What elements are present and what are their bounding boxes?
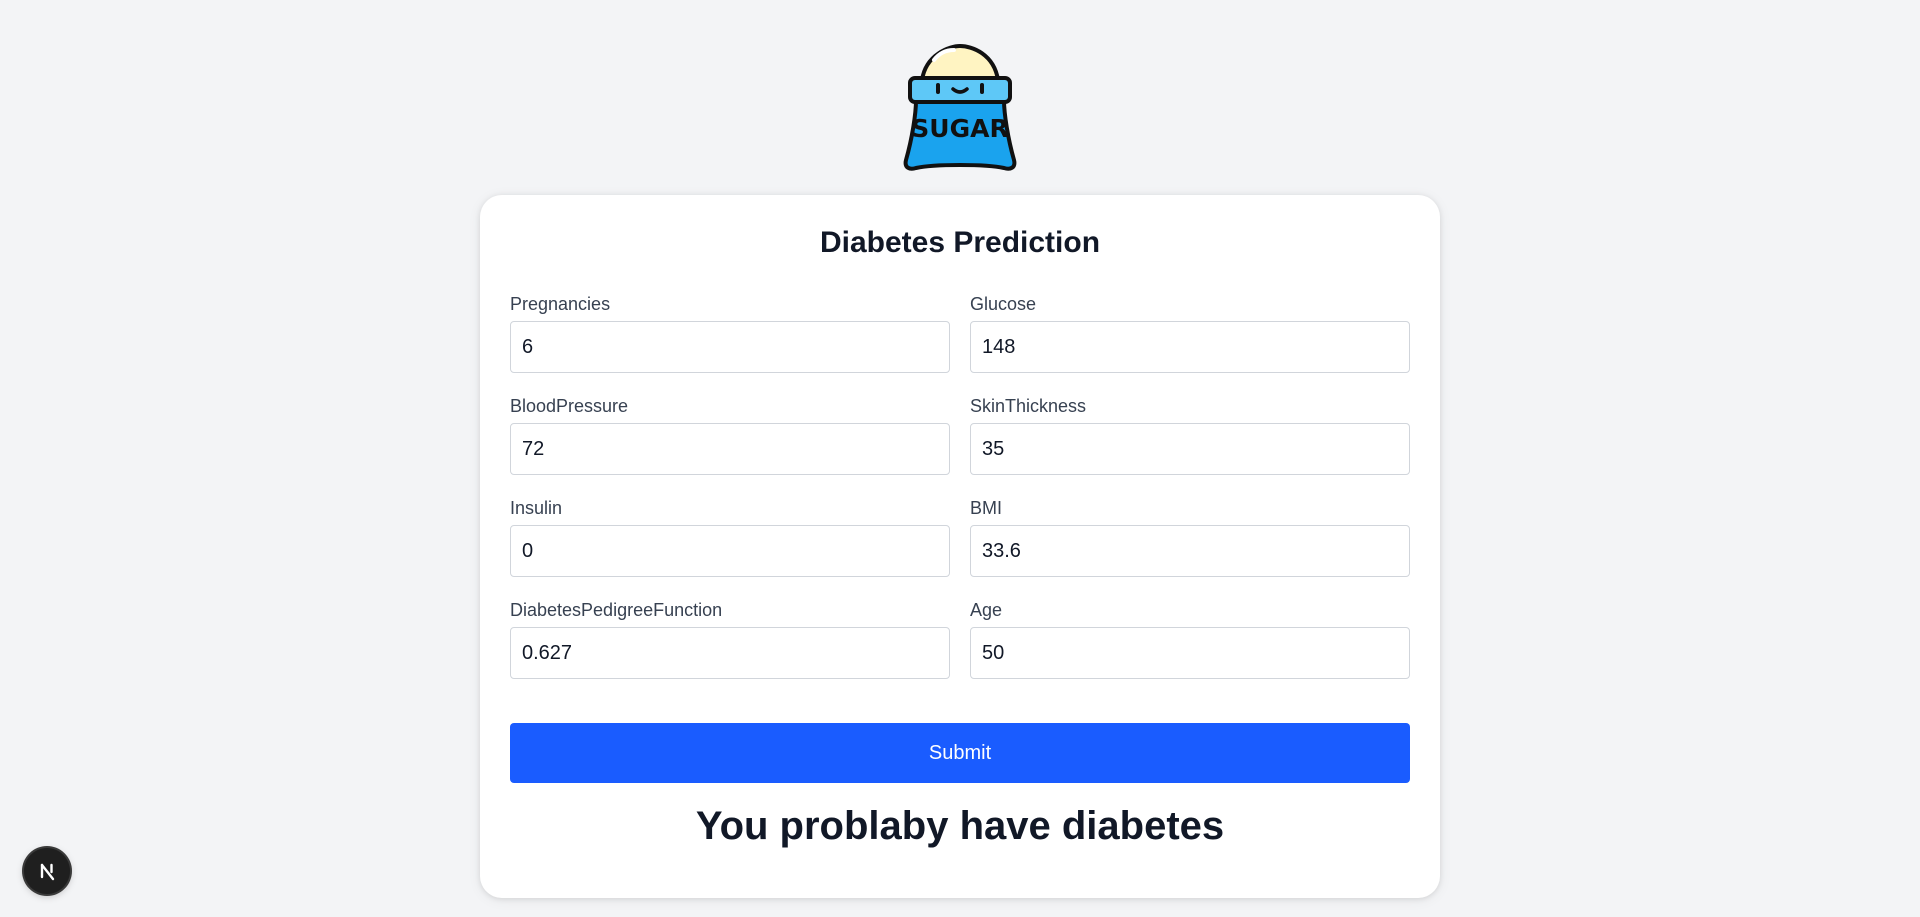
field-glucose: Glucose [970,295,1410,397]
bmi-input[interactable] [970,525,1410,577]
field-label: BloodPressure [510,396,629,416]
field-age: Age [970,601,1410,703]
skin-thickness-input[interactable] [970,423,1410,475]
nextjs-icon [40,863,55,881]
field-label: Pregnancies [510,294,611,314]
field-label: Insulin [510,498,563,518]
prediction-form-card: Diabetes Prediction Pregnancies Glucose … [480,195,1440,898]
sugar-bag-icon: SUGAR [900,44,1020,172]
blood-pressure-input[interactable] [510,423,950,475]
field-label: SkinThickness [970,396,1087,416]
prediction-result: You problaby have diabetes [695,804,1225,848]
field-skin-thickness: SkinThickness [970,397,1410,499]
nextjs-dev-badge[interactable] [24,848,70,894]
form-title: Diabetes Prediction [819,226,1101,259]
field-label: DiabetesPedigreeFunction [510,600,723,620]
field-diabetes-pedigree-function: DiabetesPedigreeFunction [510,601,950,703]
field-label: Age [970,600,1003,620]
field-insulin: Insulin [510,499,950,601]
field-bmi: BMI [970,499,1410,601]
diabetes-pedigree-function-input[interactable] [510,627,950,679]
submit-button[interactable]: Submit [510,723,1410,783]
glucose-input[interactable] [970,321,1410,373]
field-pregnancies: Pregnancies [510,295,950,397]
age-input[interactable] [970,627,1410,679]
page: SUGAR Diabetes Prediction Pregnancies Gl… [0,0,1920,917]
fields-grid: Pregnancies Glucose BloodPressure SkinTh… [510,295,1410,703]
field-blood-pressure: BloodPressure [510,397,950,499]
pregnancies-input[interactable] [510,321,950,373]
field-label: Glucose [970,294,1037,314]
insulin-input[interactable] [510,525,950,577]
logo-text: SUGAR [911,114,1008,143]
field-label: BMI [970,498,1003,518]
